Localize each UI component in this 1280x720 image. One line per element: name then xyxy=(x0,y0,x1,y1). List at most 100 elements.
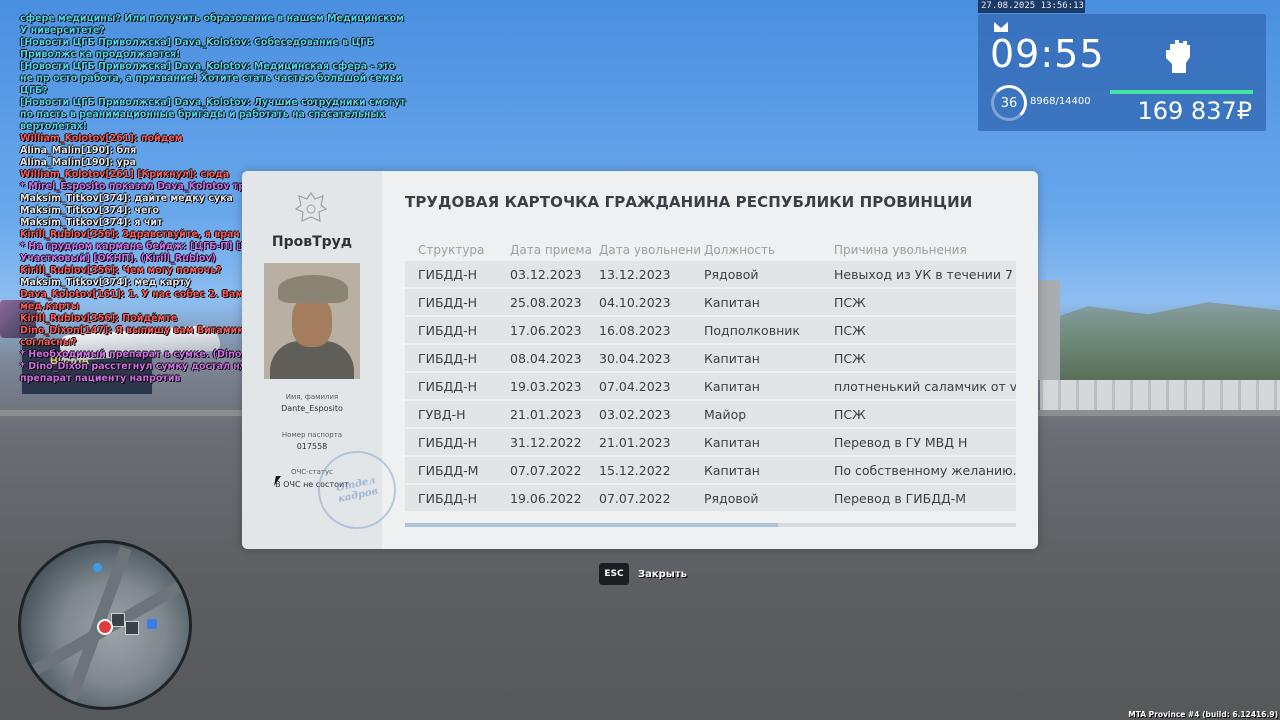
profile-panel: ПровТруд Имя, фамилия Dante_Esposito Ном… xyxy=(242,171,404,549)
background-fence xyxy=(1040,380,1280,414)
chat-message: William_Kolotov[261]: пойдем xyxy=(20,133,183,144)
name-value: Dante_Esposito xyxy=(281,404,343,413)
chat-message: [Новости ЦГБ Приволжска] Dava_Kolotov: Л… xyxy=(20,97,406,132)
hr-stamp: Отдел кадров xyxy=(310,443,404,537)
cell-dismiss-date: 21.01.2023 xyxy=(599,434,671,450)
cell-position: Капитан xyxy=(704,434,760,450)
cell-structure: ГИБДД-Н xyxy=(418,350,477,366)
fist-icon xyxy=(1166,40,1190,73)
cell-structure: ГУВД-Н xyxy=(418,406,466,422)
card-title: ТРУДОВАЯ КАРТОЧКА ГРАЖДАНИНА РЕСПУБЛИКИ … xyxy=(405,193,973,211)
cell-reason: ПСЖ xyxy=(834,322,866,338)
organization-name: ПровТруд xyxy=(271,234,353,250)
level-ring: 36 xyxy=(991,85,1027,121)
experience-text: 8968/14400 xyxy=(1030,96,1091,107)
chat-message: [Новости ЦГБ Приволжска] Dava_Kolotov: С… xyxy=(20,37,374,60)
character-photo xyxy=(264,263,360,379)
game-time: 09:55 xyxy=(990,32,1105,76)
cell-dismiss-date: 03.02.2023 xyxy=(599,406,671,422)
cell-position: Рядовой xyxy=(704,490,759,506)
cell-hire-date: 19.03.2023 xyxy=(510,378,582,394)
minimap-building-icon xyxy=(125,621,139,635)
col-structure: Структура xyxy=(418,243,485,257)
cell-position: Майор xyxy=(704,406,747,422)
cell-reason: По собственному желанию. xyxy=(834,462,1016,478)
cell-reason: ПСЖ xyxy=(834,406,866,422)
cell-position: Подполковник xyxy=(704,322,800,338)
cell-position: Капитан xyxy=(704,462,760,478)
scrollbar-thumb[interactable] xyxy=(405,523,778,527)
cell-dismiss-date: 15.12.2022 xyxy=(599,462,671,478)
passport-label: Номер паспорта xyxy=(281,431,343,439)
cell-hire-date: 21.01.2023 xyxy=(510,406,582,422)
cell-structure: ГИБДД-Н xyxy=(418,266,477,282)
col-dismiss-date: Дата увольнени xyxy=(599,243,702,257)
table-row[interactable]: ГИБДД-Н 03.12.2023 13.12.2023 Рядовой Невыхо… xyxy=(405,261,1016,287)
cell-dismiss-date: 16.08.2023 xyxy=(599,322,671,338)
esc-key[interactable]: ESC xyxy=(599,563,629,585)
cell-structure: ГИБДД-Н xyxy=(418,490,477,506)
cell-structure: ГИБДД-Н xyxy=(418,322,477,338)
cell-hire-date: 08.04.2023 xyxy=(510,350,582,366)
mail-icon[interactable] xyxy=(994,22,1008,32)
table-body[interactable]: ГИБДД-Н 03.12.2023 13.12.2023 Рядовой Невыхо… xyxy=(405,261,1016,511)
col-position: Должность xyxy=(704,243,776,257)
cell-position: Капитан xyxy=(704,350,760,366)
blip-icon xyxy=(93,563,102,572)
table-row[interactable]: ГИБДД-Н 31.12.2022 21.01.2023 Капитан Перево… xyxy=(405,429,1016,455)
cell-reason: плотненький саламчик от vk.c xyxy=(834,378,1016,394)
cell-hire-date: 17.06.2023 xyxy=(510,322,582,338)
background-building xyxy=(1036,280,1060,380)
chat-message: Alina_Malin[190]: ура xyxy=(20,157,136,168)
table-row[interactable]: ГУВД-Н 21.01.2023 03.02.2023 Майор ПСЖ xyxy=(405,401,1016,427)
cell-reason: ПСЖ xyxy=(834,294,866,310)
cell-reason: Перевод в ГУ МВД Н xyxy=(834,434,968,450)
name-label: Имя, фамилия xyxy=(285,393,339,401)
table-header: Структура Дата приема Дата увольнени Дол… xyxy=(405,241,1016,259)
money-value: 169 837₽ xyxy=(1137,97,1252,125)
cell-position: Капитан xyxy=(704,378,760,394)
cell-dismiss-date: 13.12.2023 xyxy=(599,266,671,282)
col-hire-date: Дата приема xyxy=(510,243,592,257)
photo-hat xyxy=(278,275,348,303)
passport-value: 017558 xyxy=(296,442,328,451)
background-hill xyxy=(1040,302,1280,380)
minimap-building-icon xyxy=(111,613,125,627)
police-blip-icon xyxy=(147,619,157,629)
cell-dismiss-date: 04.10.2023 xyxy=(599,294,671,310)
health-bar xyxy=(1110,90,1253,94)
table-row[interactable]: ГИБДД-Н 17.06.2023 16.08.2023 Подполковник П… xyxy=(405,317,1016,343)
cell-dismiss-date: 07.07.2022 xyxy=(599,490,671,506)
coat-of-arms-icon xyxy=(294,191,328,222)
stamp-text: Отдел кадров xyxy=(335,475,380,505)
cell-structure: ГИБДД-Н xyxy=(418,294,477,310)
cell-hire-date: 25.08.2023 xyxy=(510,294,582,310)
cell-reason: ПСЖ xyxy=(834,350,866,366)
build-info: MTA Province #4 (build: 6.12416.9) xyxy=(1128,710,1278,719)
cell-hire-date: 19.06.2022 xyxy=(510,490,582,506)
chat-message: сфере медицины? Или получить образование… xyxy=(20,13,404,36)
cell-dismiss-date: 07.04.2023 xyxy=(599,378,671,394)
cell-dismiss-date: 30.04.2023 xyxy=(599,350,671,366)
photo-face xyxy=(292,297,332,347)
cell-hire-date: 31.12.2022 xyxy=(510,434,582,450)
cell-position: Рядовой xyxy=(704,266,759,282)
close-label[interactable]: Закрыть xyxy=(638,569,687,580)
table-row[interactable]: ГИБДД-Н 19.03.2023 07.04.2023 Капитан плотне… xyxy=(405,373,1016,399)
table-row[interactable]: ГИБДД-М 07.07.2022 15.12.2022 Капитан По соб… xyxy=(405,457,1016,483)
col-reason: Причина увольнения xyxy=(834,243,967,257)
cell-hire-date: 03.12.2023 xyxy=(510,266,582,282)
table-row[interactable]: ГИБДД-Н 25.08.2023 04.10.2023 Капитан ПСЖ xyxy=(405,289,1016,315)
cell-structure: ГИБДД-Н xyxy=(418,434,477,450)
cell-structure: ГИБДД-М xyxy=(418,462,479,478)
hud-panel: 09:55 36 8968/14400 169 837₽ xyxy=(978,14,1266,131)
close-hint[interactable]: ESC Закрыть xyxy=(599,563,687,585)
employment-card-window: ПровТруд Имя, фамилия Dante_Esposito Ном… xyxy=(242,171,1038,549)
horizontal-scrollbar[interactable] xyxy=(405,523,1016,527)
table-row[interactable]: ГИБДД-Н 19.06.2022 07.07.2022 Рядовой Перево… xyxy=(405,485,1016,511)
employment-table: Структура Дата приема Дата увольнени Дол… xyxy=(405,241,1016,511)
cell-structure: ГИБДД-Н xyxy=(418,378,477,394)
table-row[interactable]: ГИБДД-Н 08.04.2023 30.04.2023 Капитан ПСЖ xyxy=(405,345,1016,371)
level-value: 36 xyxy=(1000,95,1018,111)
date-stamp: 27.08.2025 13:56:13 xyxy=(978,0,1085,13)
